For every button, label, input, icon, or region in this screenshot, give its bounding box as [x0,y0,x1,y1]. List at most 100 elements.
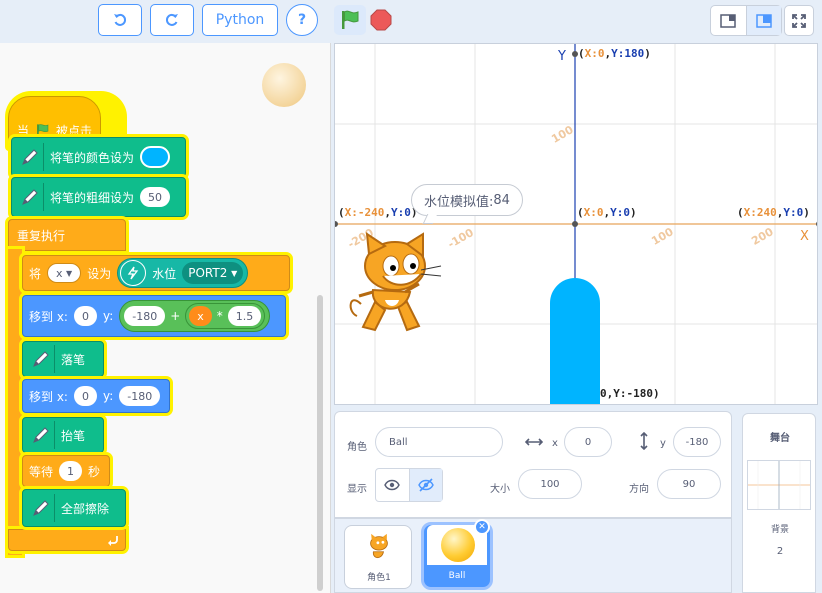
add-operator-block[interactable]: -180 + x * 1.5 [119,300,271,332]
x-input[interactable]: 0 [73,306,97,326]
x-axis-label: X [800,229,809,244]
stop-icon [370,9,392,31]
size-label: 大小 [490,484,510,495]
direction-field[interactable]: 90 [657,469,721,499]
coord-bottom: 0,Y:-180) [600,387,660,400]
pen-size-input[interactable]: 50 [140,187,171,207]
forever-block[interactable]: 重复执行 [8,219,126,251]
y-position-icon [637,431,651,451]
layout-toggle [710,5,782,36]
coord-left: (X:-240,Y:0) [338,206,418,219]
goto-xy-expression-block[interactable]: 移到 x: 0 y: -180 + x * 1.5 [22,295,286,337]
stage[interactable]: Y X (X:0,Y:180) (X:0,Y:0) (X:-240,Y:0) (… [334,43,818,405]
sprite-name: 角色1 [367,573,391,583]
port-dropdown[interactable]: PORT2 ▼ [182,262,244,284]
loop-arrow-icon [108,536,118,546]
pen-clear-block[interactable]: 全部擦除 [22,489,126,527]
visibility-toggle [375,468,443,502]
sprite-name: Ball [448,571,466,581]
code-area[interactable]: 当 被点击 将笔的颜色设为 将笔的粗细设为 50 重复执行 将 x ▼ 设为 水… [0,43,331,593]
pen-down-block[interactable]: 落笔 [22,341,104,377]
x-label: x [552,438,558,449]
backdrop-count: 2 [776,546,784,557]
python-button[interactable]: Python [202,4,278,36]
sprite-label: 角色 [347,442,367,453]
backdrop-label: 背景 [770,525,789,535]
stage-panel-title: 舞台 [770,433,790,444]
small-stage-button[interactable] [711,6,747,35]
show-label: 显示 [347,484,367,495]
pen-up-block[interactable]: 抬笔 [22,417,104,453]
undo-icon [114,13,127,26]
variable-dropdown[interactable]: x ▼ [47,263,82,283]
ball-thumbnail [441,528,475,562]
scratch-editor: Python ? 当 被点击 将笔的颜色设为 将笔的粗细设为 50 重复执行 将… [0,0,822,593]
eye-icon [384,479,401,491]
hide-button[interactable] [409,469,442,501]
sprite-list: 角色1 ✕ Ball [334,518,732,593]
coord-right: (X:240,Y:0) [737,206,810,219]
y-left-input[interactable]: -180 [124,306,166,326]
set-variable-block[interactable]: 将 x ▼ 设为 水位 PORT2 ▼ [22,255,290,291]
sprite-tile-cat[interactable]: 角色1 [344,525,412,589]
sprite-info-panel: 角色 Ball x 0 y -180 显示 大小 100 方向 90 [334,411,732,518]
set-pen-size-block[interactable]: 将笔的粗细设为 50 [11,177,186,217]
show-button[interactable] [376,469,410,501]
small-stage-icon [720,13,736,28]
sprite-name-field[interactable]: Ball [375,427,503,457]
normal-stage-button[interactable] [746,6,781,35]
chevron-down-icon: ▼ [231,268,238,278]
pen-color-swatch[interactable] [140,146,171,168]
redo-button[interactable] [150,4,194,36]
x-position-icon [524,434,544,448]
undo-button[interactable] [98,4,142,36]
green-flag-icon [342,10,359,29]
size-field[interactable]: 100 [518,469,582,499]
variable-x-reporter[interactable]: x [189,306,212,326]
coord-top: (X:0,Y:180) [578,47,651,60]
speech-bubble: 水位模拟值: 84 [411,184,523,216]
cat-sprite[interactable] [345,232,445,338]
stop-button[interactable] [370,9,392,31]
forever-arm [8,249,22,555]
lightning-icon [120,260,147,286]
goto-xy-block[interactable]: 移到 x: 0 y: -180 [22,379,170,413]
pen-icon [16,143,44,171]
sprite-tile-ball[interactable]: ✕ Ball [421,519,493,590]
wait-block[interactable]: 等待 1 秒 [22,455,110,487]
normal-stage-icon [756,13,772,28]
factor-input[interactable]: 1.5 [227,306,262,326]
x-field[interactable]: 0 [564,427,612,457]
multiply-operator-block[interactable]: x * 1.5 [185,303,266,329]
cat-thumbnail [370,533,388,559]
coord-center: (X:0,Y:0) [577,206,637,219]
fullscreen-icon [792,13,806,28]
green-flag-button[interactable] [334,5,366,35]
delete-sprite-button[interactable]: ✕ [474,519,490,535]
water-level-bar [550,278,600,404]
chevron-down-icon: ▼ [66,268,73,278]
x-input[interactable]: 0 [73,386,97,406]
y-axis-label: Y [558,49,566,64]
y-label: y [660,438,666,449]
stage-target-panel[interactable]: 舞台 背景 2 [742,413,816,593]
backdrop-thumbnail [747,460,811,510]
direction-label: 方向 [629,484,649,495]
green-flag-icon [37,123,49,137]
redo-icon [165,13,178,26]
wait-seconds-input[interactable]: 1 [59,461,83,481]
water-level-sensor-block[interactable]: 水位 PORT2 ▼ [117,258,249,288]
ball-sprite-thumbnail [262,63,306,107]
y-input[interactable]: -180 [119,386,161,406]
pen-icon [27,494,55,522]
pen-icon [27,345,55,373]
code-scrollbar[interactable] [317,295,323,591]
eye-slash-icon [417,478,434,492]
pen-icon [16,183,44,211]
y-field[interactable]: -180 [673,427,721,457]
forever-end [8,529,126,551]
help-button[interactable]: ? [286,4,318,36]
close-icon: ✕ [478,522,486,532]
fullscreen-button[interactable] [784,5,814,36]
set-pen-color-block[interactable]: 将笔的颜色设为 [11,137,186,177]
